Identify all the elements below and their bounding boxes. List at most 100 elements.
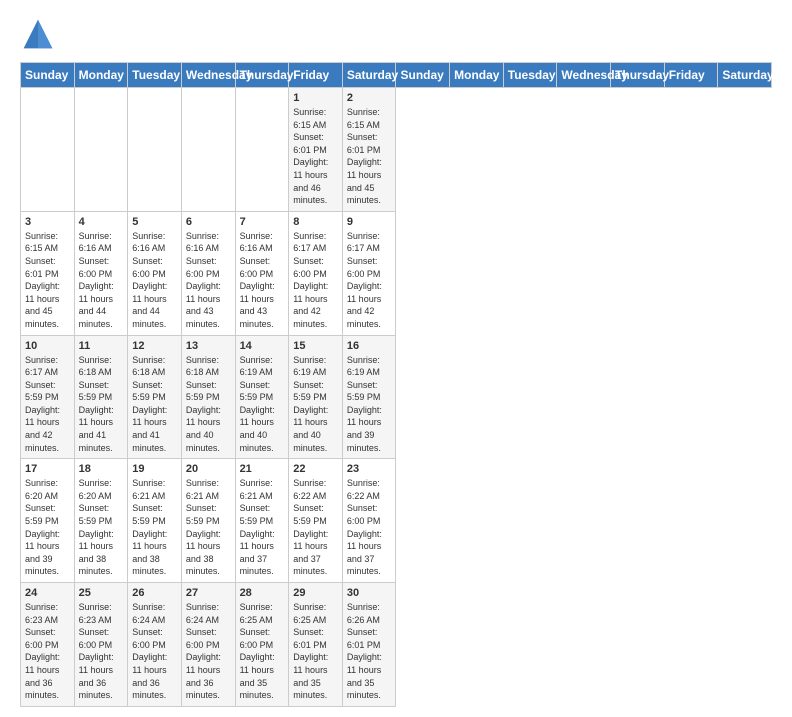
cell-text: Sunrise: 6:17 AM [347,230,392,255]
cell-text: Sunrise: 6:25 AM [240,601,285,626]
cell-1-5 [235,88,289,212]
cell-text: and 36 minutes. [25,677,70,702]
cell-text: Sunrise: 6:22 AM [293,477,338,502]
cell-text: Sunset: 6:00 PM [347,255,392,280]
cell-3-6: 15Sunrise: 6:19 AMSunset: 5:59 PMDayligh… [289,335,343,459]
cell-text: Daylight: 11 hours [186,528,231,553]
cell-text: Daylight: 11 hours [25,280,70,305]
day-number: 27 [186,587,231,599]
header-day-monday: Monday [450,63,504,88]
cell-text: Daylight: 11 hours [79,651,124,676]
cell-2-6: 8Sunrise: 6:17 AMSunset: 6:00 PMDaylight… [289,211,343,335]
day-number: 13 [186,340,231,352]
cell-text: Sunset: 5:59 PM [132,502,177,527]
cell-text: and 42 minutes. [293,305,338,330]
cell-text: and 43 minutes. [240,305,285,330]
cell-text: Daylight: 11 hours [186,280,231,305]
cell-text: Daylight: 11 hours [347,528,392,553]
cell-text: Sunrise: 6:26 AM [347,601,392,626]
cell-5-1: 24Sunrise: 6:23 AMSunset: 6:00 PMDayligh… [21,583,75,707]
day-number: 22 [293,463,338,475]
cell-text: and 40 minutes. [186,429,231,454]
cell-1-1 [21,88,75,212]
cell-text: Daylight: 11 hours [240,651,285,676]
cell-text: and 36 minutes. [132,677,177,702]
day-number: 2 [347,92,392,104]
day-number: 7 [240,216,285,228]
day-number: 21 [240,463,285,475]
day-number: 8 [293,216,338,228]
cell-text: Sunrise: 6:16 AM [79,230,124,255]
day-number: 30 [347,587,392,599]
header-day-sunday: Sunday [396,63,450,88]
cell-text: and 35 minutes. [347,677,392,702]
day-number: 26 [132,587,177,599]
cell-text: Sunrise: 6:19 AM [293,354,338,379]
cell-text: Sunrise: 6:17 AM [293,230,338,255]
cell-text: Daylight: 11 hours [293,651,338,676]
cell-text: and 44 minutes. [132,305,177,330]
cell-text: Daylight: 11 hours [132,528,177,553]
cell-text: Sunrise: 6:15 AM [25,230,70,255]
cell-text: Sunset: 6:00 PM [186,626,231,651]
day-number: 1 [293,92,338,104]
cell-text: Sunrise: 6:15 AM [347,106,392,131]
cell-text: and 38 minutes. [186,553,231,578]
header-day-saturday: Saturday [718,63,772,88]
cell-3-7: 16Sunrise: 6:19 AMSunset: 5:59 PMDayligh… [342,335,396,459]
cell-text: Daylight: 11 hours [25,528,70,553]
cell-text: Sunset: 6:01 PM [347,626,392,651]
cell-text: and 46 minutes. [293,182,338,207]
cell-text: Daylight: 11 hours [293,404,338,429]
cell-text: and 39 minutes. [347,429,392,454]
cell-3-4: 13Sunrise: 6:18 AMSunset: 5:59 PMDayligh… [181,335,235,459]
cell-text: and 38 minutes. [79,553,124,578]
cell-text: Daylight: 11 hours [347,404,392,429]
logo [20,16,60,52]
cell-text: Sunrise: 6:19 AM [240,354,285,379]
cell-text: Sunset: 5:59 PM [79,379,124,404]
page: SundayMondayTuesdayWednesdayThursdayFrid… [0,0,792,717]
cell-3-2: 11Sunrise: 6:18 AMSunset: 5:59 PMDayligh… [74,335,128,459]
cell-text: Daylight: 11 hours [293,528,338,553]
cell-text: Daylight: 11 hours [79,404,124,429]
cell-text: Sunset: 6:00 PM [79,626,124,651]
cell-text: Sunset: 6:01 PM [25,255,70,280]
cell-text: Sunset: 5:59 PM [240,502,285,527]
cell-text: Sunset: 5:59 PM [293,502,338,527]
cell-text: Sunset: 5:59 PM [25,502,70,527]
day-number: 20 [186,463,231,475]
cell-text: Sunset: 5:59 PM [240,379,285,404]
day-number: 25 [79,587,124,599]
day-number: 11 [79,340,124,352]
cell-text: Sunset: 6:01 PM [293,131,338,156]
cell-2-4: 6Sunrise: 6:16 AMSunset: 6:00 PMDaylight… [181,211,235,335]
cell-4-1: 17Sunrise: 6:20 AMSunset: 5:59 PMDayligh… [21,459,75,583]
calendar-header-row: SundayMondayTuesdayWednesdayThursdayFrid… [21,63,772,88]
cell-1-3 [128,88,182,212]
day-number: 17 [25,463,70,475]
cell-text: and 37 minutes. [347,553,392,578]
cell-text: Sunrise: 6:17 AM [25,354,70,379]
cell-5-4: 27Sunrise: 6:24 AMSunset: 6:00 PMDayligh… [181,583,235,707]
week-row-5: 24Sunrise: 6:23 AMSunset: 6:00 PMDayligh… [21,583,772,707]
cell-text: Sunset: 5:59 PM [186,379,231,404]
cell-text: Sunset: 6:00 PM [240,255,285,280]
cell-text: Daylight: 11 hours [347,156,392,181]
cell-text: and 40 minutes. [293,429,338,454]
calendar-table: SundayMondayTuesdayWednesdayThursdayFrid… [20,62,772,707]
cell-text: Sunset: 6:01 PM [293,626,338,651]
header-saturday: Saturday [342,63,396,88]
cell-text: Sunset: 6:01 PM [347,131,392,156]
day-number: 4 [79,216,124,228]
day-number: 18 [79,463,124,475]
day-number: 23 [347,463,392,475]
cell-1-4 [181,88,235,212]
header-tuesday: Tuesday [128,63,182,88]
cell-1-6: 1Sunrise: 6:15 AMSunset: 6:01 PMDaylight… [289,88,343,212]
cell-text: and 44 minutes. [79,305,124,330]
cell-text: and 42 minutes. [347,305,392,330]
cell-text: Sunrise: 6:24 AM [132,601,177,626]
cell-text: Daylight: 11 hours [25,404,70,429]
header-thursday: Thursday [235,63,289,88]
